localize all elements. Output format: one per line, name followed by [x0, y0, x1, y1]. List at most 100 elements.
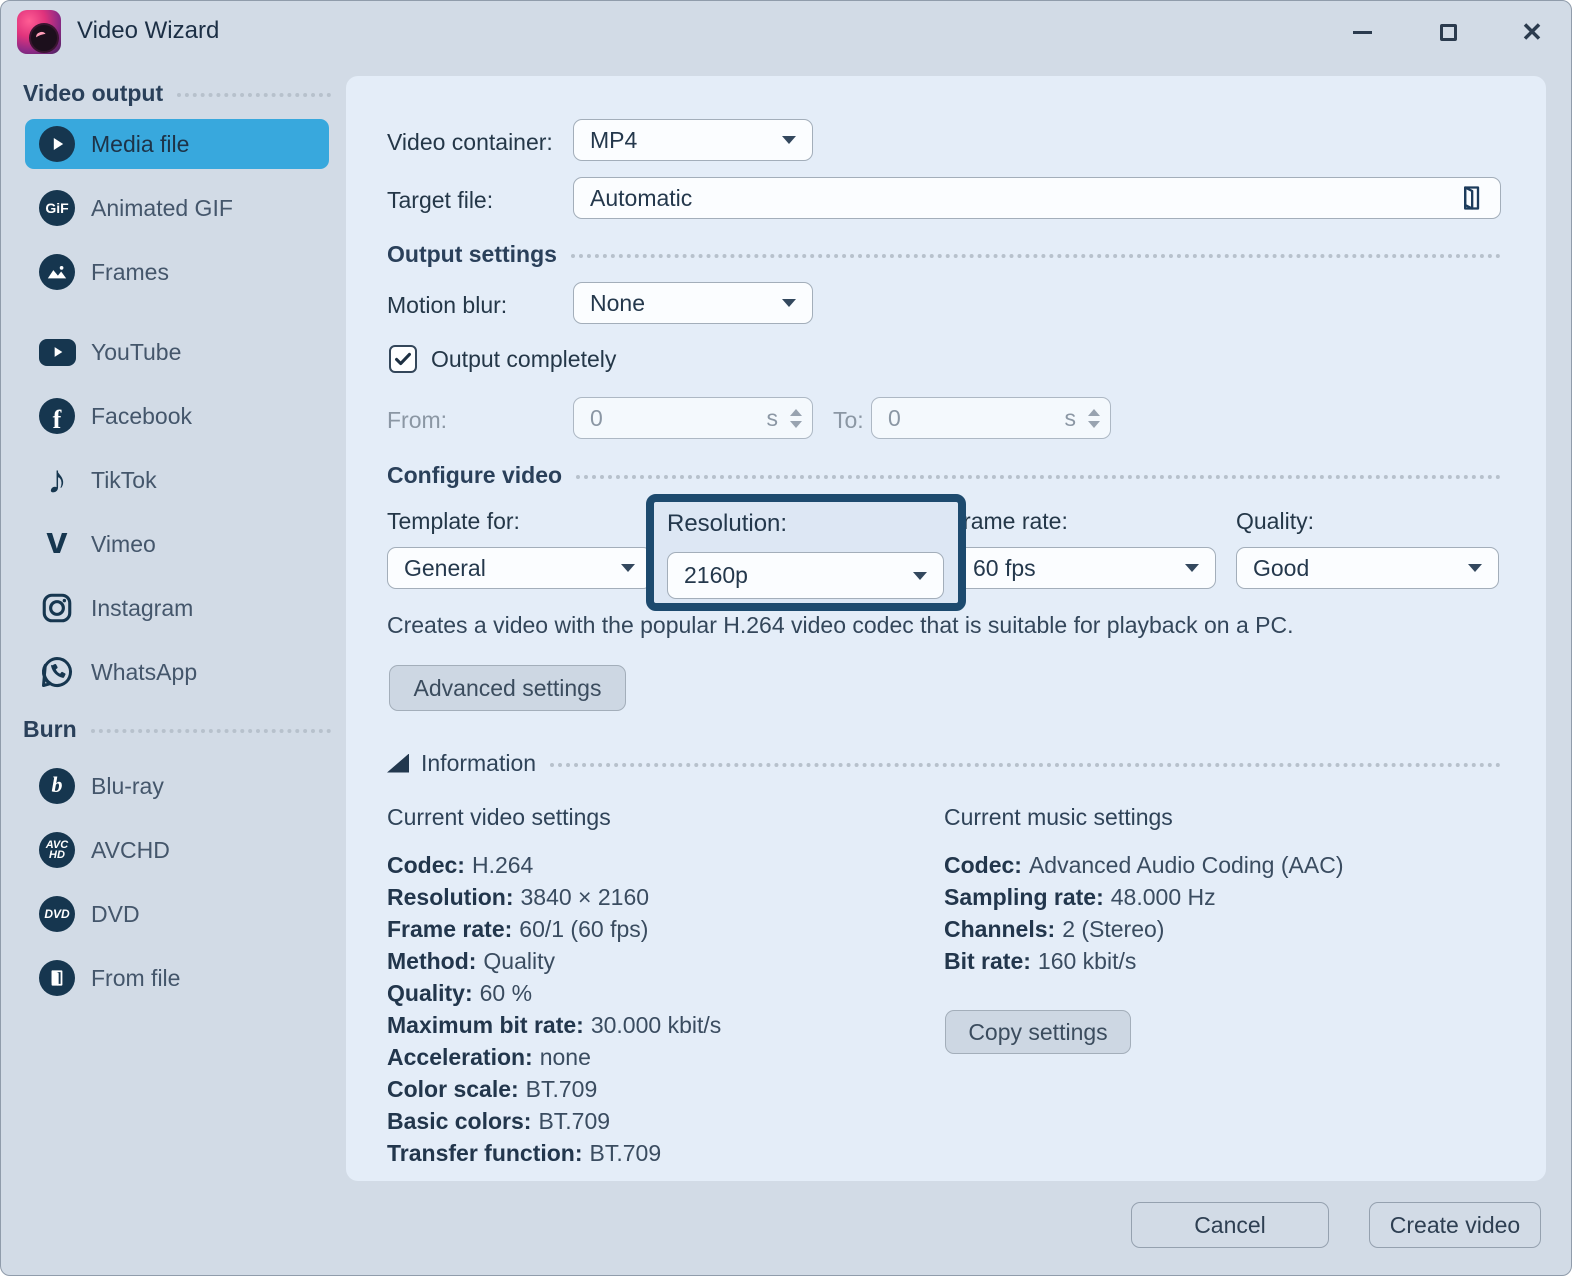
chevron-down-icon [621, 564, 635, 572]
current-video-settings: Current video settings Codec: H.264 Resol… [387, 804, 721, 1169]
cancel-button[interactable]: Cancel [1131, 1202, 1329, 1248]
dotted-divider [177, 93, 331, 97]
info-row: Codec: H.264 [387, 852, 534, 878]
from-file-icon [37, 958, 77, 998]
collapse-triangle-icon[interactable] [387, 753, 409, 773]
vimeo-icon: v [46, 520, 68, 562]
close-icon: ✕ [1521, 17, 1543, 47]
output-completely-checkbox[interactable]: Output completely [389, 345, 616, 373]
resolution-select[interactable]: 2160p [667, 552, 944, 599]
music-settings-title: Current music settings [944, 804, 1173, 830]
sidebar-item-facebook[interactable]: f Facebook [25, 391, 329, 441]
target-file-label: Target file: [387, 187, 494, 213]
sidebar-item-blu-ray[interactable]: b Blu-ray [25, 761, 329, 811]
info-row: Method: Quality [387, 948, 556, 974]
main-panel: Video container: MP4 Target file: Automa… [346, 76, 1546, 1181]
information-header: Information [387, 748, 1501, 778]
minimize-button[interactable] [1343, 13, 1381, 51]
info-row: Frame rate: 60/1 (60 fps) [387, 916, 649, 942]
lens-icon [29, 23, 59, 53]
sidebar-item-vimeo[interactable]: v Vimeo [25, 519, 329, 569]
advanced-settings-button[interactable]: Advanced settings [389, 665, 626, 711]
configure-video-header: Configure video [387, 460, 1501, 490]
spinner-arrows[interactable] [790, 408, 802, 428]
sidebar-item-from-file[interactable]: From file [25, 953, 329, 1003]
sidebar-item-youtube[interactable]: YouTube [25, 327, 329, 377]
to-label: To: [833, 407, 864, 433]
info-row: Bit rate: 160 kbit/s [944, 948, 1137, 974]
chevron-down-icon [913, 571, 927, 580]
info-row: Codec: Advanced Audio Coding (AAC) [944, 852, 1344, 878]
chevron-down-icon [782, 136, 796, 144]
sidebar-item-frames[interactable]: Frames [25, 247, 329, 297]
avchd-icon: AVC HD [37, 830, 77, 870]
checkbox-icon [389, 345, 417, 373]
resolution-highlight-box: Resolution: 2160p [646, 494, 966, 611]
chevron-down-icon [1185, 564, 1199, 572]
sidebar-item-dvd[interactable]: DVD DVD [25, 889, 329, 939]
template-for-select[interactable]: General [387, 547, 652, 589]
from-label: From: [387, 407, 448, 433]
copy-settings-button[interactable]: Copy settings [945, 1010, 1131, 1054]
open-folder-icon [1464, 186, 1480, 210]
whatsapp-icon [37, 652, 77, 692]
dotted-divider [90, 729, 331, 733]
dotted-divider [570, 254, 1501, 258]
play-icon [37, 124, 77, 164]
frame-rate-select[interactable]: 60 fps [956, 547, 1216, 589]
maximize-icon [1439, 23, 1457, 41]
chevron-down-icon [782, 299, 796, 307]
maximize-button[interactable] [1429, 13, 1467, 51]
from-spinner[interactable]: 0 s [573, 397, 813, 439]
video-output-header: Video output [23, 77, 331, 109]
motion-blur-select[interactable]: None [573, 282, 813, 324]
info-row: Quality: 60 % [387, 980, 533, 1006]
facebook-icon: f [37, 396, 77, 436]
dvd-icon: DVD [37, 894, 77, 934]
sidebar-item-avchd[interactable]: AVC HD AVCHD [25, 825, 329, 875]
sidebar-item-animated-gif[interactable]: GiF Animated GIF [25, 183, 329, 233]
video-container-select[interactable]: MP4 [573, 119, 813, 161]
browse-target-file-button[interactable] [1452, 180, 1490, 216]
info-row: Transfer function: BT.709 [387, 1140, 662, 1166]
info-row: Color scale: BT.709 [387, 1076, 598, 1102]
target-file-field[interactable]: Automatic [573, 177, 1501, 219]
info-row: Basic colors: BT.709 [387, 1108, 611, 1134]
instagram-icon [37, 588, 77, 628]
motion-blur-label: Motion blur: [387, 292, 508, 318]
sidebar: Video output Media file GiF Animated GIF… [1, 63, 346, 1275]
dotted-divider [576, 475, 1501, 479]
to-spinner[interactable]: 0 s [871, 397, 1111, 439]
quality-label: Quality: [1236, 508, 1314, 534]
frame-rate-label: Frame rate: [949, 508, 1068, 534]
current-music-settings: Current music settings Codec: Advanced Au… [944, 804, 1343, 977]
sidebar-item-instagram[interactable]: Instagram [25, 583, 329, 633]
burn-header: Burn [23, 713, 331, 745]
template-description: Creates a video with the popular H.264 v… [387, 612, 1294, 638]
info-row: Channels: 2 (Stereo) [944, 916, 1165, 942]
info-row: Sampling rate: 48.000 Hz [944, 884, 1216, 910]
spinner-arrows[interactable] [1088, 408, 1100, 428]
sidebar-item-tiktok[interactable]: ♪ TikTok [25, 455, 329, 505]
resolution-label: Resolution: [667, 510, 788, 537]
sidebar-item-whatsapp[interactable]: WhatsApp [25, 647, 329, 697]
frames-icon [37, 252, 77, 292]
info-row: Resolution: 3840 × 2160 [387, 884, 650, 910]
info-row: Acceleration: none [387, 1044, 591, 1070]
window-title: Video Wizard [77, 17, 220, 44]
close-button[interactable]: ✕ [1513, 13, 1551, 51]
template-for-label: Template for: [387, 508, 520, 534]
gif-icon: GiF [37, 188, 77, 228]
app-icon [17, 10, 61, 54]
dotted-divider [550, 763, 1501, 767]
youtube-icon [37, 332, 77, 372]
bluray-icon: b [37, 766, 77, 806]
create-video-button[interactable]: Create video [1369, 1202, 1541, 1248]
minimize-icon [1352, 30, 1372, 34]
app-window: Video Wizard ✕ Video output Media file G… [0, 0, 1572, 1276]
video-container-label: Video container: [387, 129, 553, 155]
quality-select[interactable]: Good [1236, 547, 1499, 589]
chevron-down-icon [1468, 564, 1482, 572]
titlebar: Video Wizard ✕ [1, 1, 1571, 63]
sidebar-item-media-file[interactable]: Media file [25, 119, 329, 169]
